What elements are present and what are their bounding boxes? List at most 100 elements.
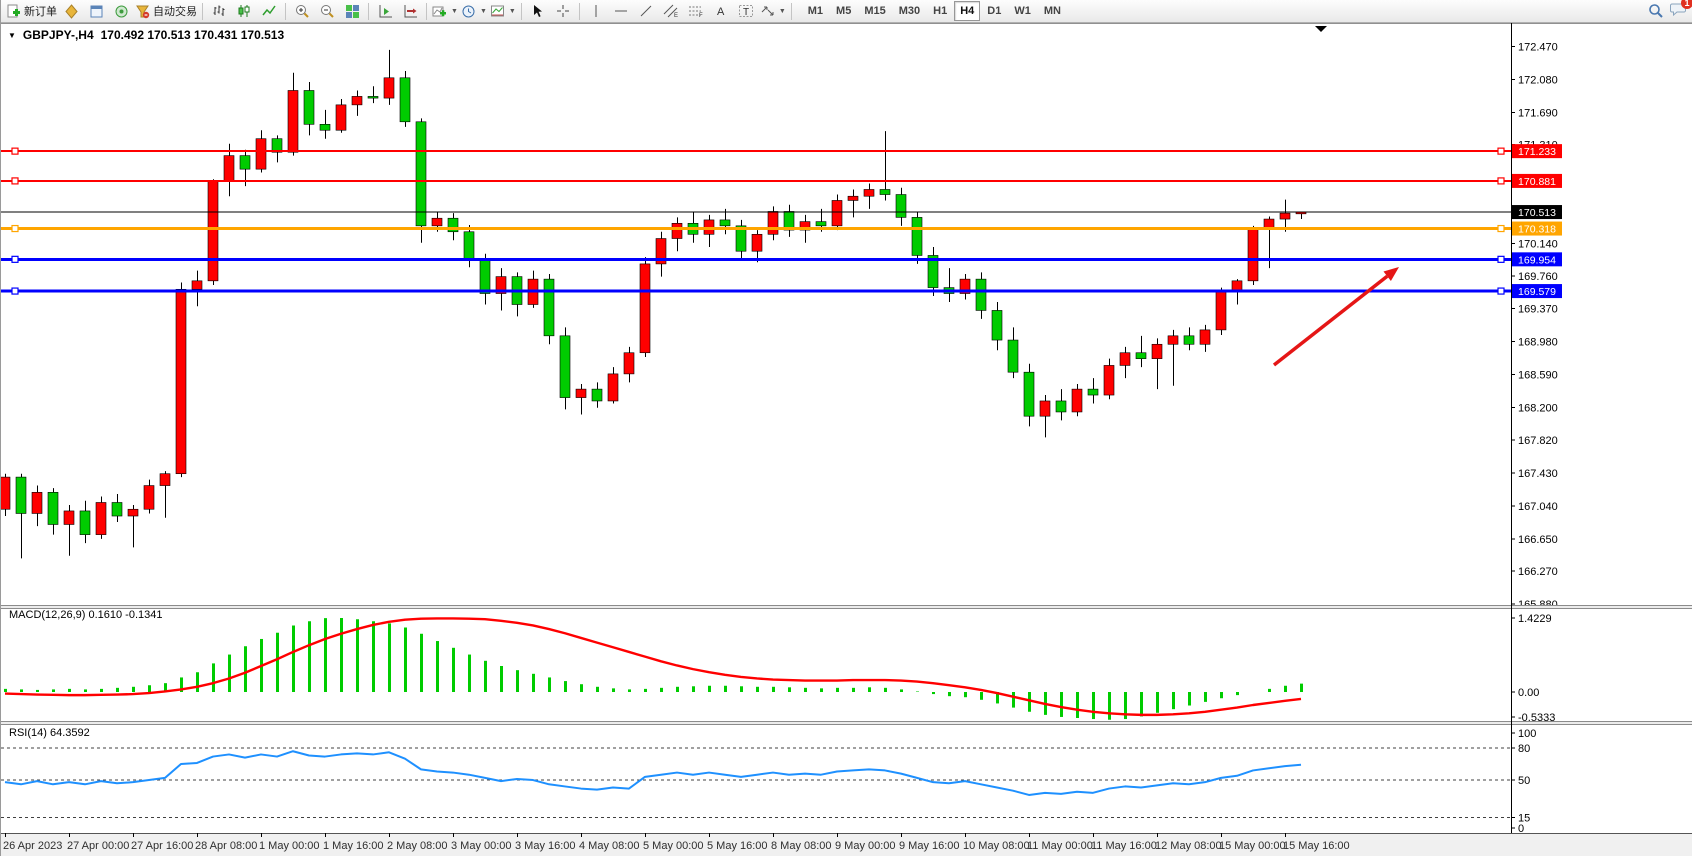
price-badge-label: 171.233: [1518, 146, 1556, 158]
candle-body: [96, 502, 106, 534]
candle-body: [32, 492, 42, 513]
crosshair-tool-button[interactable]: [551, 0, 575, 22]
time-tick-label: 8 May 08:00: [771, 840, 832, 852]
dropdown-arrow-icon: ▼: [451, 8, 458, 15]
chart-shift-button[interactable]: [398, 0, 422, 22]
timeframe-button-M30[interactable]: M30: [893, 1, 926, 21]
toolbar: 新订单 自动交易: [1, 0, 1692, 23]
timeframe-button-W1[interactable]: W1: [1008, 1, 1037, 21]
chat-button[interactable]: 1: [1670, 1, 1687, 22]
hline-handle[interactable]: [1498, 288, 1504, 294]
templates-button[interactable]: ▼: [489, 0, 517, 22]
new-order-icon: [6, 4, 21, 19]
cursor-tool-button[interactable]: [526, 0, 550, 22]
strategy-signal-button[interactable]: [109, 0, 133, 22]
fibonacci-icon: F: [688, 4, 704, 18]
time-tick-label: 11 May 16:00: [1091, 840, 1157, 852]
auto-trading-label: 自动交易: [153, 3, 197, 19]
candle-body: [1104, 365, 1114, 395]
hline-handle[interactable]: [12, 178, 18, 184]
hline-handle[interactable]: [1498, 226, 1504, 232]
candle-body: [240, 156, 250, 170]
chart-header: ▼ GBPJPY-,H4 170.492 170.513 170.431 170…: [8, 28, 284, 42]
timeframe-button-H1[interactable]: H1: [927, 1, 953, 21]
zoom-in-icon: [295, 4, 310, 19]
line-chart-button[interactable]: [257, 0, 281, 22]
auto-scroll-button[interactable]: [373, 0, 397, 22]
hline-handle[interactable]: [12, 148, 18, 154]
time-tick-label: 5 May 16:00: [707, 840, 768, 852]
hline-handle[interactable]: [12, 288, 18, 294]
zoom-out-icon: [320, 4, 335, 19]
market-watch-button[interactable]: [59, 0, 83, 22]
indicators-button[interactable]: ▼: [431, 0, 459, 22]
dropdown-arrow-icon: ▼: [509, 8, 516, 15]
fibonacci-tool-button[interactable]: F: [684, 0, 708, 22]
candle-body: [608, 374, 618, 401]
candle-body: [768, 211, 778, 234]
svg-text:F: F: [699, 13, 703, 18]
hline-handle[interactable]: [12, 256, 18, 262]
new-order-button[interactable]: 新订单: [5, 0, 58, 22]
market-watch-icon: [64, 4, 79, 19]
arrows-tool-button[interactable]: ▼: [759, 0, 787, 22]
timeframe-button-M15[interactable]: M15: [858, 1, 891, 21]
hline-handle[interactable]: [1498, 148, 1504, 154]
macd-indicator-label: MACD(12,26,9) 0.1610 -0.1341: [9, 609, 162, 621]
hline-handle[interactable]: [12, 226, 18, 232]
candle-body: [640, 264, 650, 353]
time-tick-label: 12 May 08:00: [1155, 840, 1222, 852]
chart-canvas[interactable]: 165.880166.270166.650167.040167.430167.8…: [1, 0, 1692, 856]
candle-body: [480, 260, 490, 294]
tile-windows-icon: [345, 4, 360, 19]
candle-body: [1072, 389, 1082, 412]
price-badge-label: 170.318: [1518, 224, 1556, 236]
chart-dropdown-icon[interactable]: ▼: [8, 31, 16, 40]
candle-body: [880, 189, 890, 194]
text-icon: A: [714, 4, 728, 18]
auto-trading-button[interactable]: 自动交易: [134, 0, 198, 22]
candle-body: [1248, 228, 1258, 281]
candle-body: [1056, 401, 1066, 412]
hline-handle[interactable]: [1498, 256, 1504, 262]
trendline-tool-button[interactable]: [634, 0, 658, 22]
vertical-line-tool-button[interactable]: [584, 0, 608, 22]
candle-body: [16, 477, 26, 513]
signal-icon: [114, 4, 129, 19]
timeframe-button-M5[interactable]: M5: [830, 1, 857, 21]
data-window-button[interactable]: [84, 0, 108, 22]
candlestick-chart-button[interactable]: [232, 0, 256, 22]
timeframe-button-H4[interactable]: H4: [954, 1, 980, 21]
candle-body: [1120, 353, 1130, 366]
text-label-tool-button[interactable]: T: [734, 0, 758, 22]
candle-body: [368, 96, 378, 98]
timeframe-button-M1[interactable]: M1: [802, 1, 829, 21]
candle-body: [976, 279, 986, 310]
zoom-in-button[interactable]: [290, 0, 314, 22]
dropdown-arrow-icon: ▼: [779, 8, 786, 15]
chart-background: [1, 23, 1692, 833]
channel-tool-button[interactable]: E: [659, 0, 683, 22]
horizontal-line-tool-button[interactable]: [609, 0, 633, 22]
bar-chart-button[interactable]: [207, 0, 231, 22]
zoom-out-button[interactable]: [315, 0, 339, 22]
toolbar-right-group: 1: [1648, 1, 1689, 22]
candle-body: [1136, 353, 1146, 359]
search-icon[interactable]: [1648, 3, 1664, 19]
text-tool-button[interactable]: A: [709, 0, 733, 22]
price-tick-label: 170.140: [1518, 239, 1558, 251]
tile-windows-button[interactable]: [340, 0, 364, 22]
periods-button[interactable]: ▼: [460, 0, 488, 22]
timeframe-button-MN[interactable]: MN: [1038, 1, 1067, 21]
timeframe-button-D1[interactable]: D1: [981, 1, 1007, 21]
candle-body: [1152, 344, 1162, 358]
time-tick-label: 3 May 16:00: [515, 840, 576, 852]
time-tick-label: 26 Apr 2023: [3, 840, 62, 852]
price-tick-label: 172.080: [1518, 74, 1558, 86]
candle-body: [384, 78, 394, 98]
candle-body: [1168, 336, 1178, 344]
macd-scale-label: -0.5333: [1518, 712, 1555, 724]
hline-handle[interactable]: [1498, 178, 1504, 184]
candle-body: [752, 234, 762, 251]
horizontal-line-icon: [614, 4, 628, 18]
